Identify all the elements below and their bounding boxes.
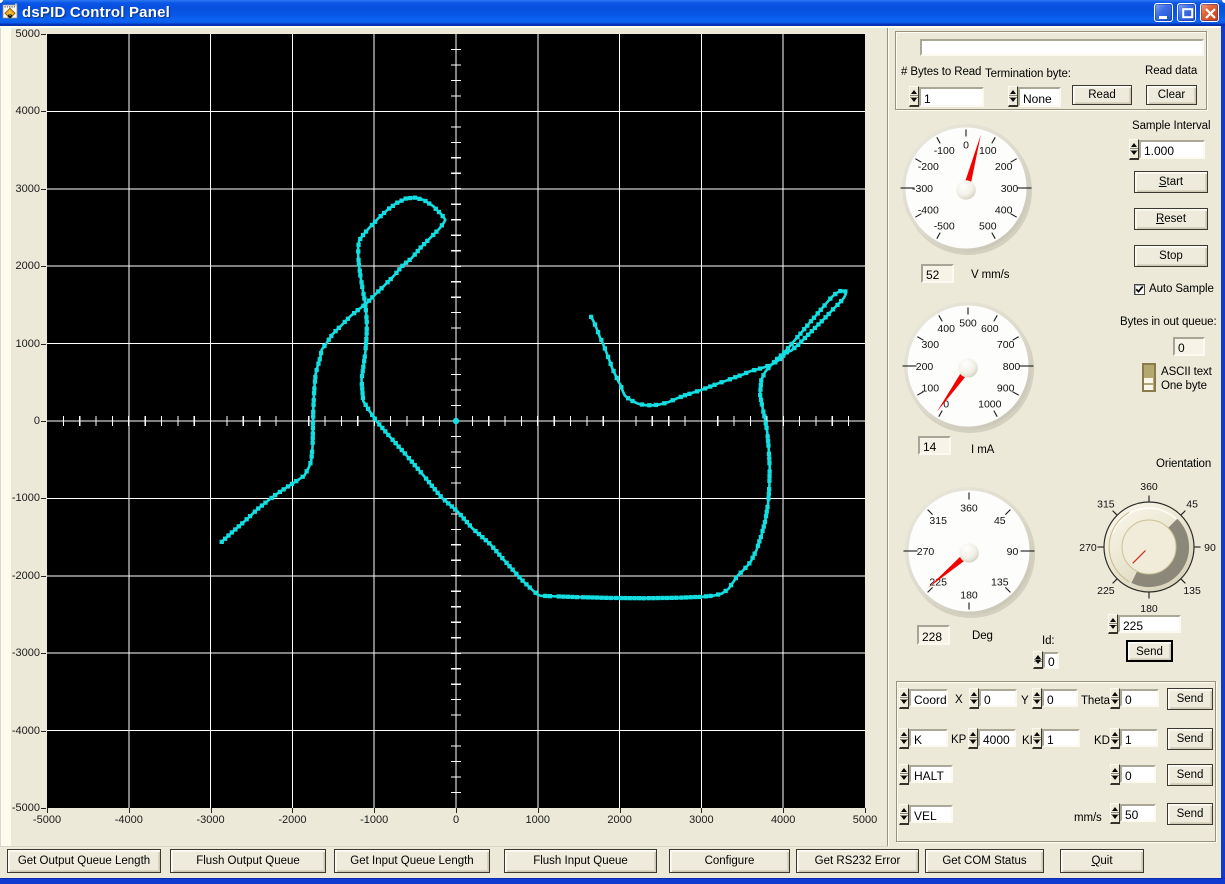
svg-text:-200: -200 — [918, 161, 939, 173]
svg-text:270: 270 — [1079, 542, 1097, 554]
svg-text:270: 270 — [917, 546, 935, 558]
svg-text:200: 200 — [916, 361, 934, 373]
svg-text:1000: 1000 — [978, 399, 1002, 411]
svg-text:500: 500 — [979, 221, 997, 233]
svg-text:400: 400 — [995, 205, 1013, 217]
svg-text:180: 180 — [1140, 603, 1158, 615]
svg-text:-300: -300 — [912, 183, 933, 195]
svg-text:45: 45 — [1186, 499, 1198, 511]
svg-text:360: 360 — [960, 502, 978, 514]
svg-text:135: 135 — [991, 577, 1009, 589]
svg-text:45: 45 — [994, 515, 1006, 527]
svg-text:-500: -500 — [934, 221, 955, 233]
svg-text:225: 225 — [1097, 585, 1115, 597]
svg-text:200: 200 — [995, 161, 1013, 173]
svg-text:100: 100 — [979, 145, 997, 157]
svg-text:900: 900 — [997, 383, 1015, 395]
svg-text:800: 800 — [1003, 361, 1021, 373]
svg-text:700: 700 — [997, 339, 1015, 351]
svg-text:400: 400 — [937, 323, 955, 335]
svg-text:300: 300 — [1001, 183, 1019, 195]
svg-text:300: 300 — [922, 339, 940, 351]
svg-text:500: 500 — [959, 317, 977, 329]
svg-text:180: 180 — [960, 589, 978, 601]
svg-text:-100: -100 — [934, 145, 955, 157]
svg-text:90: 90 — [1007, 546, 1019, 558]
svg-text:0: 0 — [963, 139, 969, 151]
svg-text:315: 315 — [1097, 499, 1115, 511]
svg-text:100: 100 — [922, 383, 940, 395]
svg-text:315: 315 — [929, 515, 947, 527]
svg-text:-400: -400 — [918, 205, 939, 217]
svg-text:600: 600 — [981, 323, 999, 335]
svg-text:135: 135 — [1183, 585, 1201, 597]
svg-text:90: 90 — [1204, 542, 1216, 554]
svg-text:360: 360 — [1140, 481, 1158, 493]
